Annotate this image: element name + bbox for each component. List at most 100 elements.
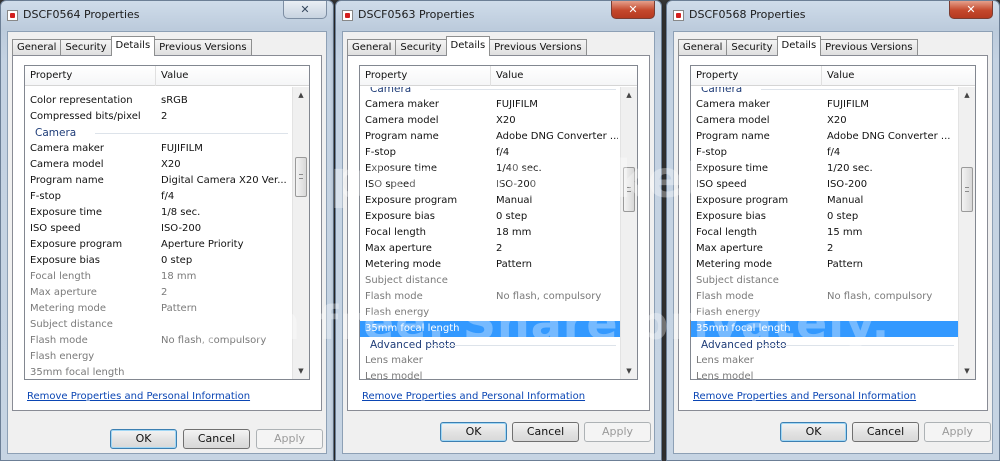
table-row[interactable]: Subject distance [25, 317, 292, 333]
remove-properties-link[interactable]: Remove Properties and Personal Informati… [693, 391, 916, 402]
vertical-scrollbar[interactable]: ▲ ▼ [292, 87, 309, 379]
table-row[interactable]: Program name Digital Camera X20 Ver... [25, 173, 292, 189]
table-row[interactable]: Lens maker [691, 353, 958, 369]
table-row[interactable]: Exposure time 1/40 sec. [360, 161, 620, 177]
column-header-value[interactable]: Value [822, 66, 854, 86]
remove-properties-link[interactable]: Remove Properties and Personal Informati… [27, 391, 250, 402]
table-row[interactable]: Camera model X20 [691, 113, 958, 129]
table-row[interactable]: Focal length 18 mm [360, 225, 620, 241]
tab-details[interactable]: Details [110, 36, 156, 56]
remove-properties-link[interactable]: Remove Properties and Personal Informati… [362, 391, 585, 402]
table-row[interactable]: Max aperture 2 [360, 241, 620, 257]
table-row[interactable]: Exposure program Manual [691, 193, 958, 209]
table-row[interactable]: ISO speed ISO-200 [25, 221, 292, 237]
property-list[interactable]: Property Value Camera Camera maker FUJIFIL… [359, 65, 638, 380]
table-row[interactable]: F-stop f/4 [691, 145, 958, 161]
scroll-thumb[interactable] [623, 167, 635, 212]
table-row[interactable]: Program name Adobe DNG Converter ... [691, 129, 958, 145]
scroll-up-arrow-icon[interactable]: ▲ [959, 87, 975, 103]
vertical-scrollbar[interactable]: ▲ ▼ [958, 87, 975, 379]
table-row[interactable]: Flash energy [360, 305, 620, 321]
column-header-value[interactable]: Value [491, 66, 523, 86]
table-row[interactable]: Focal length 15 mm [691, 225, 958, 241]
table-row[interactable]: Exposure bias 0 step [25, 253, 292, 269]
column-header-value[interactable]: Value [156, 66, 188, 86]
ok-button[interactable]: OK [440, 422, 507, 442]
table-row[interactable]: 35mm focal length [691, 321, 958, 337]
table-row[interactable]: Color representation sRGB [25, 93, 292, 109]
scroll-down-arrow-icon[interactable]: ▼ [293, 363, 309, 379]
table-row[interactable]: Camera maker FUJIFILM [360, 97, 620, 113]
table-row[interactable]: Exposure time 1/8 sec. [25, 205, 292, 221]
table-row[interactable]: Flash energy [691, 305, 958, 321]
scroll-down-arrow-icon[interactable]: ▼ [959, 363, 975, 379]
tab-details[interactable]: Details [776, 36, 822, 56]
apply-button[interactable]: Apply [256, 429, 323, 449]
property-list[interactable]: Property Value Camera Camera maker FUJIFIL… [690, 65, 976, 380]
table-row[interactable]: Exposure time 1/20 sec. [691, 161, 958, 177]
tab-details[interactable]: Details [445, 36, 491, 56]
table-row[interactable]: Compressed bits/pixel 2 [25, 109, 292, 125]
tab-security[interactable]: Security [726, 39, 778, 56]
tab-previous-versions[interactable]: Previous Versions [154, 39, 252, 56]
table-row[interactable]: 35mm focal length [360, 321, 620, 337]
title-bar[interactable]: DSCF0564 Properties ✕ [1, 1, 333, 31]
table-row[interactable]: Metering mode Pattern [360, 257, 620, 273]
cancel-button[interactable]: Cancel [512, 422, 579, 442]
scroll-down-arrow-icon[interactable]: ▼ [621, 363, 637, 379]
table-row[interactable]: Camera maker FUJIFILM [25, 141, 292, 157]
table-row[interactable]: Camera model X20 [25, 157, 292, 173]
table-row[interactable]: Metering mode Pattern [691, 257, 958, 273]
table-row[interactable]: ISO speed ISO-200 [691, 177, 958, 193]
table-row[interactable]: Flash mode No flash, compulsory [25, 333, 292, 349]
scroll-up-arrow-icon[interactable]: ▲ [293, 87, 309, 103]
title-bar[interactable]: DSCF0568 Properties ✕ [667, 1, 999, 31]
table-row[interactable]: F-stop f/4 [25, 189, 292, 205]
tab-security[interactable]: Security [395, 39, 447, 56]
table-row[interactable]: Metering mode Pattern [25, 301, 292, 317]
cancel-button[interactable]: Cancel [183, 429, 250, 449]
group-header[interactable]: Camera [25, 125, 292, 141]
scroll-up-arrow-icon[interactable]: ▲ [621, 87, 637, 103]
close-button[interactable]: ✕ [949, 1, 993, 19]
table-row[interactable]: ISO speed ISO-200 [360, 177, 620, 193]
table-row[interactable]: Exposure bias 0 step [360, 209, 620, 225]
close-button[interactable]: ✕ [611, 1, 655, 19]
group-header[interactable]: Advanced photo [691, 337, 958, 353]
table-row[interactable]: Focal length 18 mm [25, 269, 292, 285]
table-row[interactable]: Exposure program Manual [360, 193, 620, 209]
table-row[interactable]: Flash energy [25, 349, 292, 365]
tab-previous-versions[interactable]: Previous Versions [489, 39, 587, 56]
table-row[interactable]: Max aperture 2 [25, 285, 292, 301]
column-header-property[interactable]: Property [691, 66, 822, 86]
table-row[interactable]: Lens model [360, 369, 620, 379]
table-row[interactable]: Exposure bias 0 step [691, 209, 958, 225]
group-header[interactable]: Camera [691, 87, 958, 97]
tab-general[interactable]: General [12, 39, 62, 56]
vertical-scrollbar[interactable]: ▲ ▼ [620, 87, 637, 379]
tab-previous-versions[interactable]: Previous Versions [820, 39, 918, 56]
table-row[interactable]: Lens maker [360, 353, 620, 369]
table-row[interactable]: Camera model X20 [360, 113, 620, 129]
group-header[interactable]: Camera [360, 87, 620, 97]
table-row[interactable]: Subject distance [691, 273, 958, 289]
column-header-property[interactable]: Property [360, 66, 491, 86]
column-header-property[interactable]: Property [25, 66, 156, 86]
table-row[interactable]: Max aperture 2 [691, 241, 958, 257]
table-row[interactable]: Lens model [691, 369, 958, 379]
tab-security[interactable]: Security [60, 39, 112, 56]
table-row[interactable]: 35mm focal length [25, 365, 292, 379]
property-list[interactable]: Property Value Resolution unit2Color rep… [24, 65, 310, 380]
close-button[interactable]: ✕ [283, 1, 327, 19]
tab-general[interactable]: General [347, 39, 397, 56]
apply-button[interactable]: Apply [924, 422, 991, 442]
apply-button[interactable]: Apply [584, 422, 651, 442]
table-row[interactable]: Camera maker FUJIFILM [691, 97, 958, 113]
cancel-button[interactable]: Cancel [852, 422, 919, 442]
ok-button[interactable]: OK [780, 422, 847, 442]
table-row[interactable]: F-stop f/4 [360, 145, 620, 161]
tab-general[interactable]: General [678, 39, 728, 56]
group-header[interactable]: Advanced photo [360, 337, 620, 353]
table-row[interactable]: Flash mode No flash, compulsory [691, 289, 958, 305]
table-row[interactable]: Subject distance [360, 273, 620, 289]
